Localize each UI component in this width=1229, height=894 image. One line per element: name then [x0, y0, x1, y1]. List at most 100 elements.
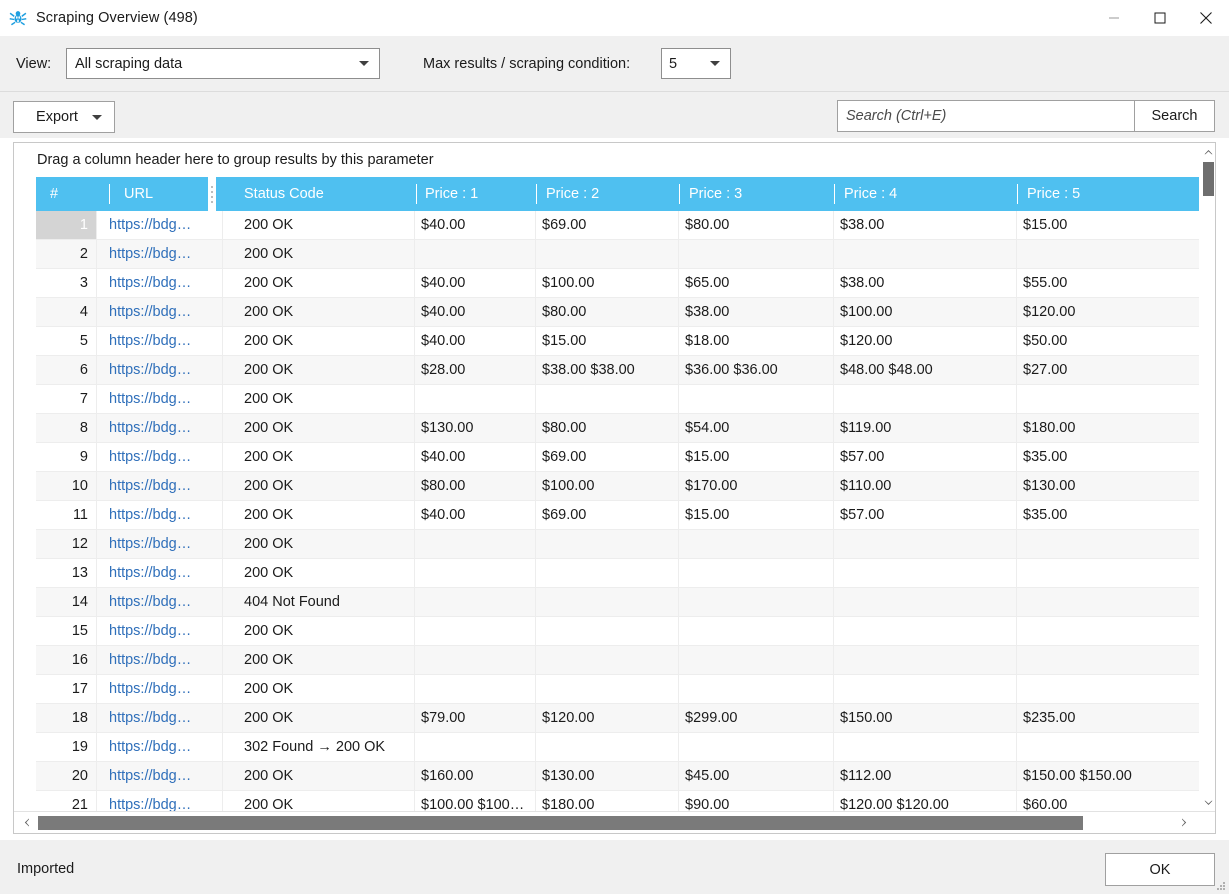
row-cell-url[interactable]: https://bdg…: [98, 211, 228, 239]
row-cell-url[interactable]: https://bdg…: [98, 356, 228, 384]
horizontal-scrollbar-thumb[interactable]: [38, 816, 1083, 830]
row-cell-price-4: [836, 646, 1016, 674]
cell-separator: [414, 675, 415, 703]
row-cell-url[interactable]: https://bdg…: [98, 617, 228, 645]
cell-separator: [96, 675, 97, 703]
table-row[interactable]: 14 https://bdg… 404 Not Found: [36, 588, 1201, 617]
row-cell-price-4: [836, 385, 1016, 413]
row-cell-url[interactable]: https://bdg…: [98, 675, 228, 703]
row-cell-url[interactable]: https://bdg…: [98, 530, 228, 558]
row-cell-url[interactable]: https://bdg…: [98, 240, 228, 268]
cell-separator: [535, 733, 536, 761]
row-cell-price-4: $120.00 $120.00: [840, 797, 949, 811]
table-row[interactable]: 15 https://bdg… 200 OK: [36, 617, 1201, 646]
cell-separator: [222, 646, 223, 674]
close-button[interactable]: [1183, 0, 1229, 36]
row-cell-price-1: $40.00: [421, 217, 466, 233]
table-row[interactable]: 7 https://bdg… 200 OK: [36, 385, 1201, 414]
row-cell-url[interactable]: https://bdg…: [98, 327, 228, 355]
table-row[interactable]: 4 https://bdg… 200 OK $40.00 $80.00 $38.00 $10…: [36, 298, 1201, 327]
column-header-price-1[interactable]: Price : 1: [425, 177, 478, 211]
table-row[interactable]: 21 https://bdg… 200 OK $100.00 $100… $180.00…: [36, 791, 1201, 811]
export-button[interactable]: Export: [13, 101, 115, 133]
max-results-dropdown[interactable]: 5: [661, 48, 731, 79]
cell-separator: [678, 530, 679, 558]
cell-separator: [1016, 269, 1017, 297]
row-cell-url[interactable]: https://bdg…: [98, 385, 228, 413]
vertical-scrollbar-thumb[interactable]: [1203, 162, 1214, 196]
row-cell-url[interactable]: https://bdg…: [98, 559, 228, 587]
cell-separator: [1016, 559, 1017, 587]
table-row[interactable]: 6 https://bdg… 200 OK $28.00 $38.00 $38.00 $3…: [36, 356, 1201, 385]
table-row[interactable]: 16 https://bdg… 200 OK: [36, 646, 1201, 675]
row-cell-url[interactable]: https://bdg…: [98, 298, 228, 326]
vertical-scrollbar[interactable]: [1199, 143, 1215, 811]
row-cell-url[interactable]: https://bdg…: [98, 269, 228, 297]
table-row[interactable]: 8 https://bdg… 200 OK $130.00 $80.00 $54.00 $1…: [36, 414, 1201, 443]
ok-button[interactable]: OK: [1105, 853, 1215, 886]
scroll-left-button[interactable]: [18, 812, 36, 833]
column-splitter-grip[interactable]: [208, 177, 216, 211]
view-dropdown[interactable]: All scraping data: [66, 48, 380, 79]
horizontal-scrollbar[interactable]: [14, 811, 1215, 833]
row-cell-url[interactable]: https://bdg…: [98, 472, 228, 500]
row-cell-price-3: $15.00: [685, 507, 730, 523]
table-row[interactable]: 12 https://bdg… 200 OK: [36, 530, 1201, 559]
cell-separator: [833, 733, 834, 761]
row-cell-url[interactable]: https://bdg…: [98, 501, 228, 529]
table-row[interactable]: 10 https://bdg… 200 OK $80.00 $100.00 $170.00…: [36, 472, 1201, 501]
row-cell-status: 200 OK: [244, 768, 294, 784]
cell-separator: [414, 414, 415, 442]
column-header-num[interactable]: #: [50, 177, 58, 211]
cell-separator: [96, 733, 97, 761]
row-cell-price-4: [836, 733, 1016, 761]
row-cell-status: 200 OK: [244, 391, 294, 407]
table-row[interactable]: 9 https://bdg… 200 OK $40.00 $69.00 $15.00 $57…: [36, 443, 1201, 472]
scroll-down-button[interactable]: [1200, 794, 1215, 811]
table-row[interactable]: 11 https://bdg… 200 OK $40.00 $69.00 $15.00 $5…: [36, 501, 1201, 530]
table-row[interactable]: 17 https://bdg… 200 OK: [36, 675, 1201, 704]
row-cell-url[interactable]: https://bdg…: [98, 733, 228, 761]
column-header-price-2[interactable]: Price : 2: [546, 177, 599, 211]
row-cell-price-5: [1019, 675, 1201, 703]
row-cell-price-4: $38.00: [840, 217, 885, 233]
table-row[interactable]: 1 https://bdg… 200 OK $40.00 $69.00 $80.00 $38…: [36, 211, 1201, 240]
table-row[interactable]: 18 https://bdg… 200 OK $79.00 $120.00 $299.00…: [36, 704, 1201, 733]
column-header-price-5[interactable]: Price : 5: [1027, 177, 1080, 211]
row-cell-url[interactable]: https://bdg…: [98, 588, 228, 616]
row-cell-url[interactable]: https://bdg…: [98, 414, 228, 442]
row-cell-price-3: $65.00: [685, 275, 730, 291]
group-by-dropzone[interactable]: Drag a column header here to group resul…: [14, 143, 1201, 177]
row-cell-url[interactable]: https://bdg…: [98, 791, 228, 811]
search-input[interactable]: [837, 100, 1134, 132]
row-cell-url[interactable]: https://bdg…: [98, 443, 228, 471]
row-cell-url[interactable]: https://bdg…: [98, 646, 228, 674]
column-header-price-3[interactable]: Price : 3: [689, 177, 742, 211]
cell-separator: [678, 414, 679, 442]
row-cell-price-5: $235.00: [1023, 710, 1076, 726]
row-cell-url[interactable]: https://bdg…: [98, 762, 228, 790]
row-cell-price-5: $150.00 $150.00: [1023, 768, 1132, 784]
cell-separator: [222, 733, 223, 761]
table-row[interactable]: 20 https://bdg… 200 OK $160.00 $130.00 $45.00…: [36, 762, 1201, 791]
scroll-up-button[interactable]: [1200, 143, 1215, 160]
table-row[interactable]: 2 https://bdg… 200 OK: [36, 240, 1201, 269]
search-button[interactable]: Search: [1134, 100, 1215, 132]
table-row[interactable]: 3 https://bdg… 200 OK $40.00 $100.00 $65.00 $3…: [36, 269, 1201, 298]
table-row[interactable]: 13 https://bdg… 200 OK: [36, 559, 1201, 588]
window-controls: [1091, 0, 1229, 36]
table-row[interactable]: 5 https://bdg… 200 OK $40.00 $15.00 $18.00 $12…: [36, 327, 1201, 356]
scroll-right-button[interactable]: [1175, 812, 1193, 833]
row-cell-price-1: [417, 617, 535, 645]
column-header-url[interactable]: URL: [124, 177, 153, 211]
column-header-price-4[interactable]: Price : 4: [844, 177, 897, 211]
table-row[interactable]: 19 https://bdg… 302 Found → 200 OK: [36, 733, 1201, 762]
resize-grip-icon[interactable]: [1214, 879, 1226, 891]
row-cell-url[interactable]: https://bdg…: [98, 704, 228, 732]
column-header-status[interactable]: Status Code: [244, 177, 324, 211]
minimize-button[interactable]: [1091, 0, 1137, 36]
maximize-button[interactable]: [1137, 0, 1183, 36]
row-cell-status: 200 OK: [244, 652, 294, 668]
row-cell-price-4: [836, 530, 1016, 558]
header-separator: [416, 184, 417, 204]
